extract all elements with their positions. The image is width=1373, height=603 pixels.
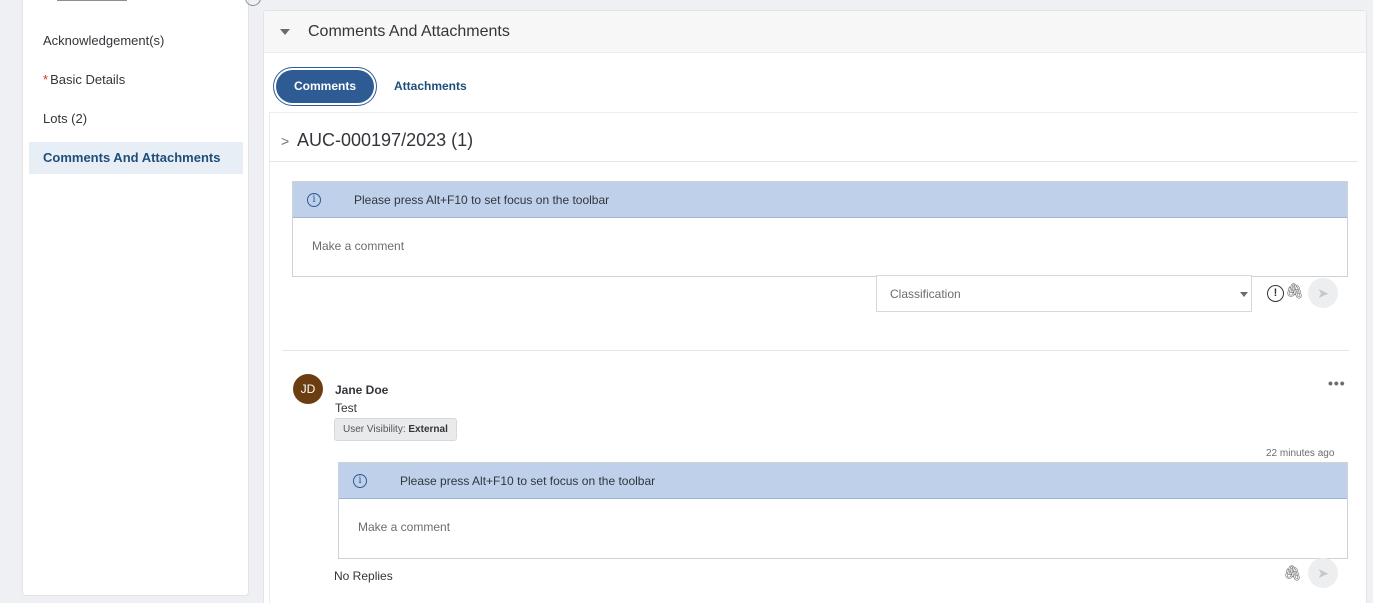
editor-toolbar[interactable]: i Please press Alt+F10 to set focus on t… <box>339 463 1347 499</box>
comment-text: Test <box>335 401 358 415</box>
toolbar-hint: Please press Alt+F10 to set focus on the… <box>400 474 656 488</box>
replies-status: No Replies <box>334 569 393 583</box>
more-options-icon[interactable]: ••• <box>1328 375 1346 391</box>
tab-comments[interactable]: Comments <box>276 70 374 103</box>
divider <box>282 350 1349 351</box>
warning-icon[interactable]: ! <box>1267 285 1284 302</box>
comment-author: Jane Doe <box>335 383 389 397</box>
sidebar: Acknowledgement(s) * Basic Details Lots (… <box>22 0 261 596</box>
sidebar-item-label: Basic Details <box>50 72 126 87</box>
collapse-caret-icon[interactable] <box>280 29 290 35</box>
sidebar-item-label: Comments And Attachments <box>43 150 221 165</box>
visibility-badge: User Visibility: External <box>334 418 457 441</box>
reply-input-placeholder[interactable]: Make a comment <box>358 520 450 534</box>
send-button[interactable]: ➤ <box>1308 558 1338 588</box>
sidebar-item-label: Acknowledgement(s) <box>43 33 165 48</box>
required-marker: * <box>43 72 49 87</box>
divider <box>269 161 1358 162</box>
sidebar-item-basic-details[interactable]: * Basic Details <box>29 64 243 96</box>
section-title[interactable]: AUC-000197/2023 (1) <box>297 130 473 151</box>
info-icon: i <box>353 474 367 488</box>
classification-select[interactable]: Classification <box>876 275 1252 312</box>
chevron-right-icon[interactable]: > <box>281 133 289 149</box>
visibility-value: External <box>408 424 448 435</box>
editor-toolbar[interactable]: i Please press Alt+F10 to set focus on t… <box>293 182 1347 218</box>
collapse-icon[interactable] <box>245 0 261 6</box>
sidebar-header-fragment <box>57 0 127 1</box>
paperclip-icon[interactable]: 🖇 <box>1283 564 1302 582</box>
panel-header[interactable]: Comments And Attachments <box>264 11 1366 53</box>
comment-editor[interactable]: i Please press Alt+F10 to set focus on t… <box>292 181 1348 277</box>
comment-timestamp: 22 minutes ago <box>1266 448 1335 459</box>
info-icon: i <box>307 193 321 207</box>
send-button[interactable]: ➤ <box>1308 278 1338 308</box>
panel-title: Comments And Attachments <box>308 23 510 40</box>
visibility-label: User Visibility: <box>343 424 406 435</box>
comments-attachments-panel: Comments And Attachments Comments Attach… <box>263 10 1367 603</box>
avatar: JD <box>293 374 323 404</box>
sidebar-item-acknowledgements[interactable]: Acknowledgement(s) <box>29 25 243 57</box>
chevron-down-icon[interactable] <box>1240 292 1248 297</box>
sidebar-item-lots[interactable]: Lots (2) <box>29 103 243 135</box>
reply-editor[interactable]: i Please press Alt+F10 to set focus on t… <box>338 462 1348 559</box>
classification-placeholder: Classification <box>890 287 961 301</box>
tab-attachments[interactable]: Attachments <box>394 70 467 103</box>
toolbar-hint: Please press Alt+F10 to set focus on the… <box>354 193 610 207</box>
paperclip-icon[interactable]: 🖇 <box>1285 282 1304 300</box>
comment-input-placeholder[interactable]: Make a comment <box>312 239 404 253</box>
sidebar-item-label: Lots (2) <box>43 111 88 126</box>
sidebar-item-comments-and-attachments[interactable]: Comments And Attachments <box>29 142 243 174</box>
